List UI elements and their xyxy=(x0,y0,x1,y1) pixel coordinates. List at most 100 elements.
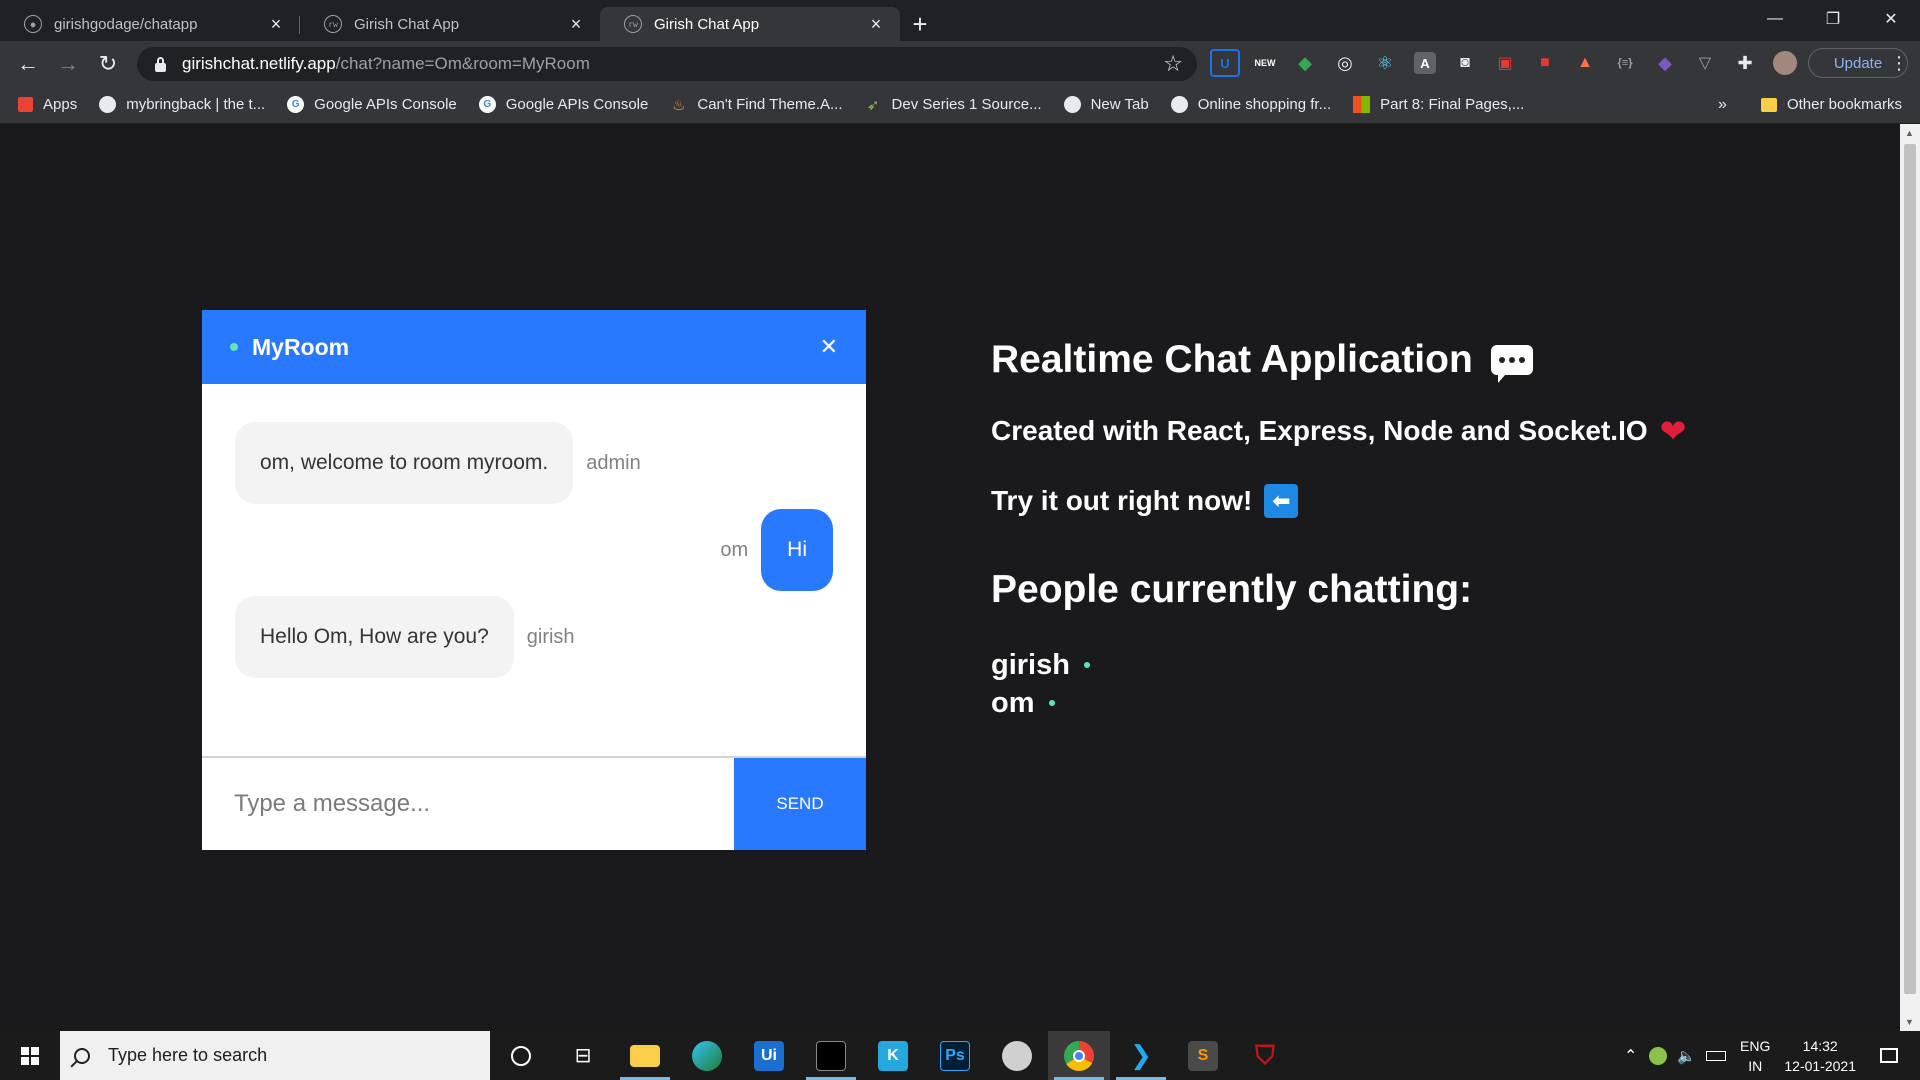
bookmark-item[interactable]: Part 8: Final Pages,... xyxy=(1353,96,1524,113)
start-button[interactable] xyxy=(0,1031,60,1080)
taskbar-search[interactable]: Type here to search xyxy=(60,1031,490,1080)
restore-icon[interactable]: ❐ xyxy=(1804,0,1862,38)
bookmark-apps[interactable]: Apps xyxy=(18,96,77,113)
tab-close-icon[interactable]: × xyxy=(566,14,586,35)
person-item: om xyxy=(991,684,1686,722)
uipath-icon[interactable]: Ui xyxy=(738,1031,800,1080)
bookmark-item[interactable]: New Tab xyxy=(1063,96,1149,113)
language-indicator[interactable]: ENG IN xyxy=(1740,1036,1770,1076)
globe-icon xyxy=(1170,96,1188,113)
message-sender: girish xyxy=(526,625,575,648)
message-item-own: om Hi xyxy=(720,509,833,591)
sublime-icon[interactable]: S xyxy=(1172,1031,1234,1080)
notifications-icon[interactable] xyxy=(1880,1048,1898,1063)
online-indicator-icon xyxy=(1048,700,1055,706)
task-view-icon[interactable]: ⊟ xyxy=(552,1031,614,1080)
bookmark-label: Google APIs Console xyxy=(505,96,649,113)
paint-icon[interactable] xyxy=(986,1031,1048,1080)
close-icon[interactable]: ✕ xyxy=(820,334,838,360)
message-list[interactable]: om, welcome to room myroom. admin om Hi … xyxy=(202,384,866,756)
tab-github[interactable]: ● girishgodage/chatapp × xyxy=(0,7,300,41)
battery-icon[interactable] xyxy=(1706,1050,1727,1061)
camera-icon[interactable]: ◙ xyxy=(1450,49,1480,77)
chrome-icon[interactable] xyxy=(1048,1031,1110,1080)
bookmark-label: New Tab xyxy=(1090,96,1149,113)
kotlin-icon[interactable]: K xyxy=(862,1031,924,1080)
json-icon[interactable]: {≡} xyxy=(1610,49,1640,77)
extension-icon[interactable]: U xyxy=(1210,49,1240,77)
message-item: Hello Om, How are you? girish xyxy=(235,596,575,678)
new-tab-button[interactable]: + xyxy=(900,7,940,41)
window-controls: — ❐ ✕ xyxy=(1746,0,1920,38)
tab-title: Girish Chat App xyxy=(354,15,460,33)
language-code: ENG xyxy=(1740,1037,1771,1054)
react-icon[interactable]: ⚛ xyxy=(1370,49,1400,77)
scroll-down-icon[interactable]: ▼ xyxy=(1905,1017,1914,1027)
bookmark-label: Can't Find Theme.A... xyxy=(697,96,843,113)
cortana-icon[interactable] xyxy=(490,1031,552,1080)
message-sender: admin xyxy=(586,451,641,474)
bookmark-item[interactable]: Online shopping fr... xyxy=(1170,96,1332,113)
other-bookmarks[interactable]: Other bookmarks xyxy=(1760,96,1902,113)
red-extension-icon[interactable]: ■ xyxy=(1530,49,1560,77)
browser-toolbar: ← → ↻ girishchat.netlify.app/chat?name=O… xyxy=(0,41,1920,86)
extensions: U NEW ◆ ◎ ⚛ A ◙ ▣ ■ ▲ {≡} ◆ ▽ ✚ xyxy=(1210,49,1800,77)
bookmark-item[interactable]: ➶ Dev Series 1 Source... xyxy=(865,96,1042,114)
person-name: girish xyxy=(991,649,1070,681)
pocket-outline-icon[interactable]: ▽ xyxy=(1690,49,1720,77)
globe-icon xyxy=(99,96,117,113)
forward-icon[interactable]: → xyxy=(48,51,88,77)
scrollbar-thumb[interactable] xyxy=(1904,144,1916,994)
bookmark-label: Online shopping fr... xyxy=(1197,96,1332,113)
tab-close-icon[interactable]: × xyxy=(266,14,286,35)
bookmark-item[interactable]: ♨ Can't Find Theme.A... xyxy=(670,96,843,114)
photoshop-icon[interactable]: Ps xyxy=(924,1031,986,1080)
font-icon[interactable]: A xyxy=(1414,52,1436,74)
purple-extension-icon[interactable]: ◆ xyxy=(1650,49,1680,77)
tab-close-icon[interactable]: × xyxy=(866,14,886,35)
bookmark-item[interactable]: G Google APIs Console xyxy=(287,96,457,113)
bookmark-item[interactable]: G Google APIs Console xyxy=(478,96,649,113)
file-explorer-icon[interactable] xyxy=(614,1031,676,1080)
volume-icon[interactable]: 🔈 xyxy=(1677,1047,1696,1065)
bookmarks-overflow-button[interactable]: » xyxy=(1718,96,1727,114)
menu-icon[interactable]: ⋮ xyxy=(1890,53,1908,74)
clock[interactable]: 14:32 12-01-2021 xyxy=(1784,1036,1856,1076)
bookmark-label: Dev Series 1 Source... xyxy=(891,96,1042,113)
left-arrow-icon: ⬅ xyxy=(1264,484,1299,518)
apps-grid-icon xyxy=(18,97,33,112)
close-window-icon[interactable]: ✕ xyxy=(1862,0,1920,38)
scroll-up-icon[interactable]: ▲ xyxy=(1905,128,1914,138)
avatar[interactable] xyxy=(1773,51,1797,75)
url-path: /chat?name=Om&room=MyRoom xyxy=(335,54,590,73)
puzzle-icon[interactable]: ✚ xyxy=(1730,49,1760,77)
bookmark-item[interactable]: mybringback | the t... xyxy=(99,96,265,113)
orange-extension-icon[interactable]: ▲ xyxy=(1570,49,1600,77)
message-input[interactable] xyxy=(202,758,734,850)
mcafee-icon[interactable]: ⛉ xyxy=(1234,1031,1296,1080)
tab-chat-app-2[interactable]: rw Girish Chat App × xyxy=(600,7,900,41)
terminal-icon[interactable] xyxy=(800,1031,862,1080)
folder-icon xyxy=(1760,97,1777,112)
extension-new-icon[interactable]: NEW xyxy=(1250,49,1280,77)
address-bar[interactable]: girishchat.netlify.app/chat?name=Om&room… xyxy=(137,47,1197,81)
reload-icon[interactable]: ↻ xyxy=(88,51,128,77)
pocket-icon[interactable]: ▣ xyxy=(1490,49,1520,77)
send-button[interactable]: SEND xyxy=(734,758,866,850)
tray-app-icon[interactable] xyxy=(1649,1046,1668,1065)
shield-icon[interactable]: ◆ xyxy=(1290,49,1320,77)
minimize-icon[interactable]: — xyxy=(1746,0,1804,38)
edge-icon[interactable] xyxy=(676,1031,738,1080)
windows-icon xyxy=(1353,96,1371,113)
online-indicator-icon xyxy=(230,343,238,351)
lock-icon xyxy=(155,56,166,72)
chat-window: MyRoom ✕ om, welcome to room myroom. adm… xyxy=(202,310,866,850)
target-icon[interactable]: ◎ xyxy=(1330,49,1360,77)
scrollbar[interactable]: ▲ ▼ xyxy=(1900,124,1920,1031)
chevron-up-icon[interactable]: ⌃ xyxy=(1624,1046,1637,1066)
vscode-icon[interactable]: ❯ xyxy=(1110,1031,1172,1080)
search-placeholder: Type here to search xyxy=(108,1045,268,1065)
bookmark-star-icon[interactable]: ☆ xyxy=(1163,51,1183,77)
tab-chat-app-1[interactable]: rw Girish Chat App × xyxy=(300,7,600,41)
back-icon[interactable]: ← xyxy=(8,51,48,77)
